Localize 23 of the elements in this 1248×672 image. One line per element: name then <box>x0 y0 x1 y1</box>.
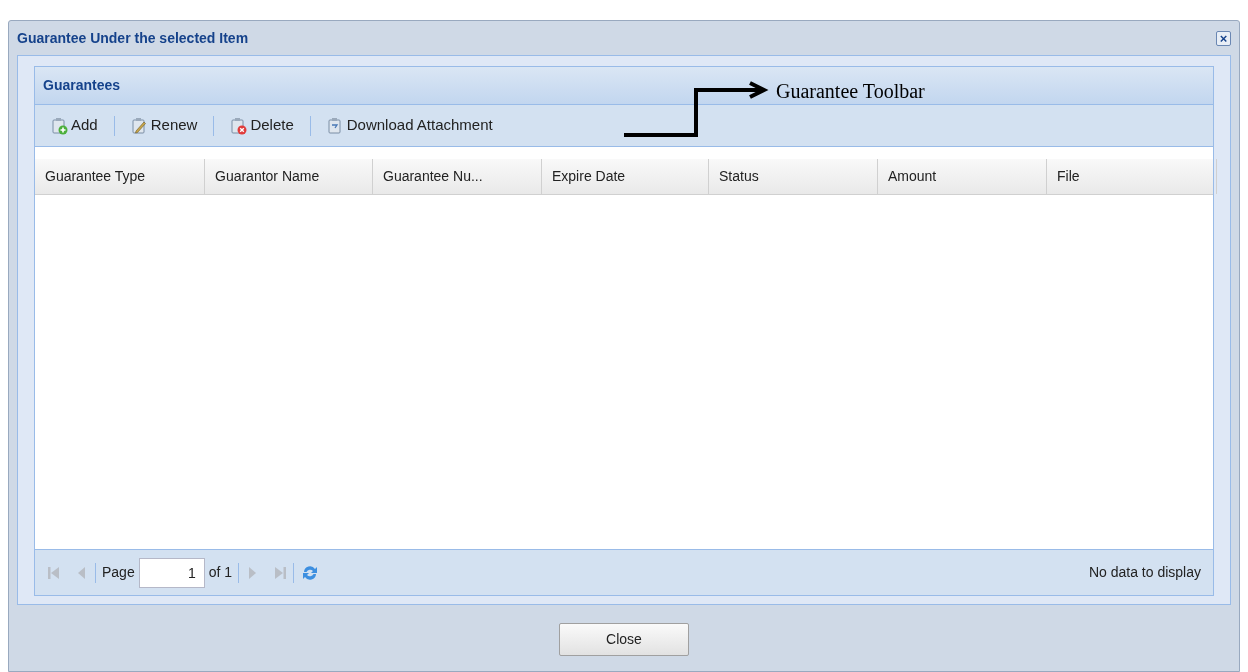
toolbar-button[interactable]: Delete <box>220 114 304 137</box>
annotation-label: Guarantee Toolbar <box>776 79 925 104</box>
column-header[interactable]: Expire Date <box>542 159 709 194</box>
page-field[interactable]: 1 <box>138 557 205 588</box>
page-count: of 1 <box>208 563 233 582</box>
panel-title: Guarantees <box>43 76 121 95</box>
column-header[interactable]: Status <box>709 159 878 194</box>
column-header[interactable]: Guarantee Nu... <box>373 159 542 194</box>
delete-icon <box>230 116 249 135</box>
pencil-icon <box>130 116 149 135</box>
paging-status: No data to display <box>1088 563 1201 582</box>
toolbar-button[interactable]: Add <box>41 114 108 137</box>
toolbar-button[interactable]: Download Attachment <box>316 114 503 137</box>
column-header[interactable]: Guarantee Type <box>35 159 205 194</box>
column-header[interactable]: Amount <box>878 159 1047 194</box>
window-title: Guarantee Under the selected Item <box>17 28 249 48</box>
close-button[interactable]: Close <box>559 623 689 656</box>
column-header[interactable]: File <box>1047 159 1217 194</box>
toolbar-button[interactable]: Renew <box>120 114 208 137</box>
close-icon[interactable]: × <box>1216 30 1231 46</box>
page-label: Page <box>102 563 135 582</box>
add-icon <box>51 116 69 135</box>
column-header[interactable]: Guarantor Name <box>205 159 373 194</box>
